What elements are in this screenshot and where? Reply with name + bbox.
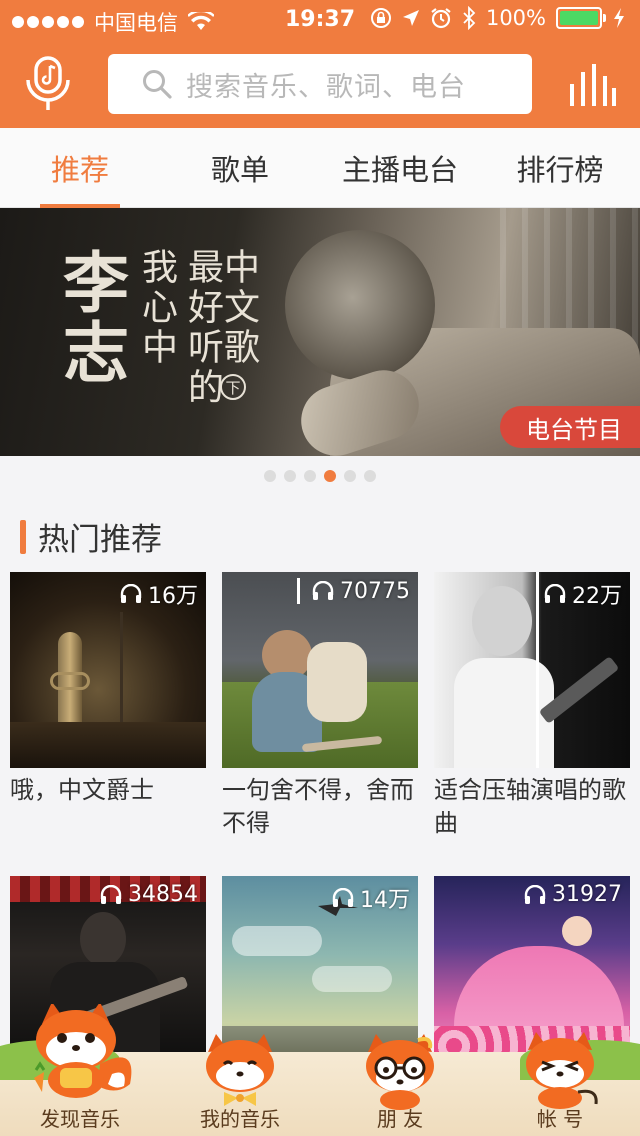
equalizer-icon	[570, 64, 616, 106]
tab-label: 发现音乐	[40, 1107, 120, 1131]
microphone-note-icon	[26, 56, 70, 110]
fox-glasses-icon	[366, 1034, 434, 1110]
play-count-value: 70775	[340, 578, 410, 604]
headphones-icon	[524, 884, 546, 904]
play-count-value: 31927	[552, 882, 622, 907]
tab-discover-music[interactable]: 发现音乐	[0, 1004, 160, 1136]
category-tabs: 推荐 歌单 主播电台 排行榜	[0, 128, 640, 208]
alarm-icon	[431, 8, 451, 29]
headphones-icon	[544, 584, 566, 603]
now-playing-button[interactable]	[568, 62, 616, 106]
location-arrow-icon	[402, 10, 419, 26]
singer-photo-head	[285, 230, 435, 380]
fox-sleepy-icon	[526, 1032, 598, 1109]
playlist-title: 一句舍不得，舍而不得	[222, 776, 414, 837]
section-accent-bar	[20, 519, 26, 554]
search-input[interactable]: 搜索音乐、歌词、电台	[108, 54, 532, 114]
headphones-icon	[120, 584, 142, 603]
play-count-value: 14万	[360, 888, 410, 913]
tab-radio[interactable]: 主播电台	[320, 128, 480, 207]
headphones-icon	[332, 888, 354, 907]
voice-search-button[interactable]	[24, 56, 72, 112]
charging-bolt-icon	[614, 8, 624, 28]
playlist-card[interactable]: 16万 哦，中文爵士	[10, 572, 206, 807]
bottom-tab-bar: 发现音乐 我的音乐 朋 友 帐 号	[0, 1004, 640, 1136]
search-icon	[143, 70, 172, 99]
play-count: 31927	[524, 882, 622, 907]
banner-text-line1: 我心中	[136, 248, 177, 368]
divider	[297, 578, 300, 604]
page-dot[interactable]	[264, 470, 276, 482]
rotation-lock-icon	[370, 8, 391, 28]
playlist-card[interactable]: 22万 适合压轴演唱的歌曲	[434, 572, 630, 840]
banner-type-badge: 电台节目	[500, 406, 640, 448]
play-count: 22万	[544, 578, 622, 610]
section-header[interactable]: 热门推荐	[20, 514, 162, 559]
page-dot[interactable]	[284, 470, 296, 482]
tab-label: 我的音乐	[200, 1107, 280, 1131]
tab-friends[interactable]: 朋 友	[320, 1012, 480, 1136]
tab-label: 朋 友	[376, 1107, 424, 1131]
app-header: 中国电信 19:37 100% 搜索音乐、歌词、电台	[0, 0, 640, 128]
tab-recommend[interactable]: 推荐	[0, 128, 160, 208]
playlist-cover: 16万	[10, 572, 206, 768]
banner-text-line2: 最好听的	[182, 248, 223, 408]
playlist-cover: 22万	[434, 572, 630, 768]
headphones-icon	[100, 884, 122, 904]
play-count-value: 34854	[128, 882, 198, 907]
tab-charts[interactable]: 排行榜	[480, 128, 640, 207]
banner-text-line3: 中文歌	[218, 248, 259, 368]
play-count-value: 16万	[148, 584, 198, 609]
page-dot[interactable]	[304, 470, 316, 482]
fox-mascot-icon	[34, 1004, 132, 1098]
battery-icon	[556, 7, 606, 29]
play-count: 70775	[297, 578, 410, 604]
bluetooth-icon	[463, 6, 476, 30]
section-title: 热门推荐	[38, 522, 162, 558]
banner-part-mark: 下	[220, 374, 246, 400]
playlist-title: 适合压轴演唱的歌曲	[434, 776, 626, 837]
playlist-title: 哦，中文爵士	[10, 776, 154, 804]
headphones-icon	[312, 581, 334, 600]
page-dot[interactable]	[344, 470, 356, 482]
banner-artist-name: 李志	[52, 248, 130, 388]
banner-page-indicator[interactable]	[0, 470, 640, 482]
play-count: 34854	[100, 882, 198, 907]
search-placeholder: 搜索音乐、歌词、电台	[186, 71, 466, 103]
play-count-value: 22万	[572, 584, 622, 609]
page-dot[interactable]	[324, 470, 336, 482]
play-count: 14万	[332, 882, 410, 914]
fox-bowtie-icon	[206, 1034, 274, 1106]
status-bar: 中国电信 19:37 100%	[0, 0, 640, 40]
tab-my-music[interactable]: 我的音乐	[160, 1012, 320, 1136]
playlist-card[interactable]: 70775 一句舍不得，舍而不得	[222, 572, 418, 840]
tab-label: 帐 号	[536, 1107, 584, 1131]
page-dot[interactable]	[364, 470, 376, 482]
playlist-cover: 70775	[222, 572, 418, 768]
status-right: 100%	[370, 6, 626, 30]
battery-percent: 100%	[485, 6, 546, 30]
tab-playlists[interactable]: 歌单	[160, 128, 320, 207]
tab-account[interactable]: 帐 号	[480, 1012, 640, 1136]
play-count: 16万	[120, 578, 198, 610]
